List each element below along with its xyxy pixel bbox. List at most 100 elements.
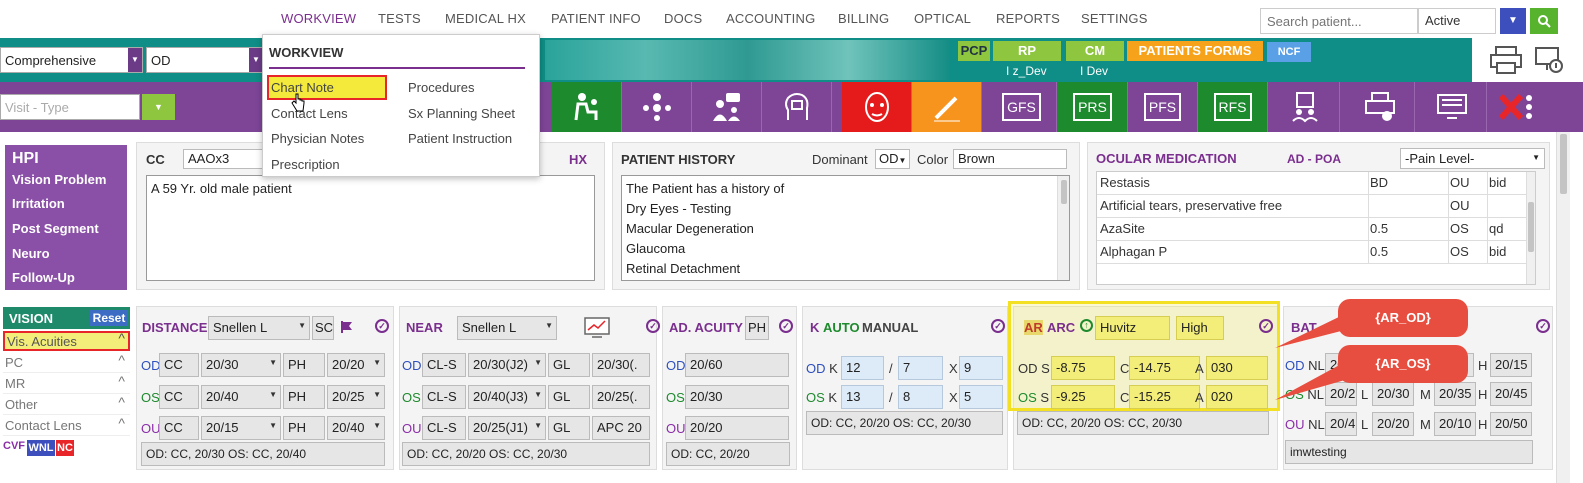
check-circle-icon[interactable]: ✓ <box>1536 319 1550 333</box>
dominant-select[interactable]: OD▼ <box>875 149 910 169</box>
cm-tag[interactable]: CM <box>1066 41 1124 61</box>
distance-od-correction[interactable]: CC <box>159 353 199 377</box>
nav-patient-info[interactable]: PATIENT INFO <box>551 11 641 26</box>
chevron-down-icon[interactable]: ▼ <box>1500 8 1526 34</box>
nav-workview[interactable]: WORKVIEW <box>281 11 356 26</box>
nav-docs[interactable]: DOCS <box>664 11 702 26</box>
vision-item-mr[interactable]: MR ^ <box>3 373 130 394</box>
vision-item-pc[interactable]: PC ^ <box>3 352 130 373</box>
patients-forms-tag[interactable]: PATIENTS FORMS <box>1127 41 1263 61</box>
ad-ou-value[interactable]: 20/20 <box>685 416 789 440</box>
near-label[interactable]: NEAR <box>406 320 443 335</box>
near-chart-select[interactable]: Snellen L ▼ <box>457 316 557 340</box>
ar-label[interactable]: AR <box>1024 320 1043 335</box>
chart-monitor-icon[interactable] <box>584 317 610 339</box>
distance-os-ph-value[interactable]: 20/25 ▼ <box>327 385 385 409</box>
medication-scrollbar[interactable] <box>1526 172 1535 284</box>
monitor-info-icon[interactable] <box>1534 45 1564 75</box>
scrollbar-thumb[interactable] <box>1560 134 1567 194</box>
vision-item-vis-acuities[interactable]: Vis. Acuities ^ <box>3 330 130 351</box>
bat-os-m[interactable]: 20/35 <box>1434 382 1476 406</box>
menu-item-contact-lens[interactable]: Contact Lens <box>271 106 348 121</box>
consult-button[interactable] <box>692 82 762 132</box>
bat-ou-m[interactable]: 20/10 <box>1434 412 1476 436</box>
near-od-correction[interactable]: CL-S <box>422 353 466 377</box>
near-os-gl[interactable]: GL <box>548 385 590 409</box>
hpi-item-post-segment[interactable]: Post Segment <box>12 221 99 236</box>
hpi-item-follow-up[interactable]: Follow-Up <box>12 270 75 285</box>
vision-item-contact-lens[interactable]: Contact Lens ^ <box>3 415 130 436</box>
chevron-down-icon[interactable]: ▼ <box>142 94 175 120</box>
bat-ou-nl[interactable]: 20/4 <box>1325 412 1357 436</box>
menu-item-physician-notes[interactable]: Physician Notes <box>271 131 364 146</box>
distance-ou-correction[interactable]: CC <box>159 416 199 440</box>
near-os-correction[interactable]: CL-S <box>422 385 466 409</box>
staff-button[interactable] <box>1270 82 1340 132</box>
nav-settings[interactable]: SETTINGS <box>1081 11 1148 26</box>
near-ou-gl-value[interactable]: APC 20 <box>592 416 650 440</box>
near-note[interactable]: OD: CC, 20/20 OS: CC, 20/30 <box>402 442 650 466</box>
k-od-k2[interactable]: 7 <box>898 356 943 380</box>
distance-os-ph[interactable]: PH <box>283 385 325 409</box>
ar-level[interactable]: High <box>1176 316 1224 340</box>
hpi-item-neuro[interactable]: Neuro <box>12 246 50 261</box>
scrollbar-thumb[interactable] <box>1061 180 1067 204</box>
fax-button[interactable] <box>1345 82 1415 132</box>
ar-od-sphere[interactable]: -8.75 <box>1051 356 1115 380</box>
bat-od-h[interactable]: 20/15 <box>1490 353 1532 377</box>
hpi-item-vision-problem[interactable]: Vision Problem <box>12 172 106 187</box>
history-scrollbar[interactable] <box>1057 176 1069 280</box>
color-field[interactable]: Brown <box>953 149 1067 169</box>
rp-tag[interactable]: RP <box>993 41 1061 61</box>
bat-ou-l[interactable]: 20/20 <box>1372 412 1414 436</box>
auto-label[interactable]: AUTO <box>823 320 860 335</box>
ad-os-value[interactable]: 20/30 <box>685 385 789 409</box>
face-button[interactable] <box>842 82 912 132</box>
history-textarea[interactable]: The Patient has a history of Dry Eyes - … <box>621 175 1070 281</box>
check-circle-icon[interactable]: ✓ <box>779 319 793 333</box>
pain-level-select[interactable]: -Pain Level- ▼ <box>1400 148 1545 169</box>
distance-od-value[interactable]: 20/30 ▼ <box>201 353 281 377</box>
prs-button[interactable]: PRS <box>1058 82 1128 132</box>
distance-ou-ph-value[interactable]: 20/40 ▼ <box>327 416 385 440</box>
near-ou-gl[interactable]: GL <box>548 416 590 440</box>
ad-od-value[interactable]: 20/60 <box>685 353 789 377</box>
ad-poa-label[interactable]: AD - POA <box>1287 152 1341 166</box>
menu-item-patient-instruction[interactable]: Patient Instruction <box>408 131 512 146</box>
distance-chart-select[interactable]: Snellen L ▼ <box>208 316 310 340</box>
visit-type-select[interactable]: Visit - Type <box>0 94 140 120</box>
close-chart-button[interactable] <box>1487 82 1543 132</box>
distance-ou-value[interactable]: 20/15 ▼ <box>201 416 281 440</box>
pcp-tag[interactable]: PCP <box>958 41 990 61</box>
printer-icon[interactable] <box>1488 45 1524 75</box>
distance-os-value[interactable]: 20/40 ▼ <box>201 385 281 409</box>
cc-textarea[interactable]: A 59 Yr. old male patient <box>146 175 595 281</box>
near-os-value[interactable]: 20/40(J3) ▼ <box>468 385 546 409</box>
pfs-button[interactable]: PFS <box>1128 82 1198 132</box>
menu-item-prescription[interactable]: Prescription <box>271 157 340 172</box>
nav-reports[interactable]: REPORTS <box>996 11 1060 26</box>
distance-note[interactable]: OD: CC, 20/30 OS: CC, 20/40 <box>141 442 385 466</box>
ar-od-axis[interactable]: 030 <box>1206 356 1268 380</box>
ar-os-cylinder[interactable]: -15.25 <box>1129 385 1200 409</box>
rfs-button[interactable]: RFS <box>1198 82 1268 132</box>
bat-note[interactable]: imwtesting <box>1285 440 1533 464</box>
ocular-medication-title[interactable]: OCULAR MEDICATION <box>1096 151 1237 166</box>
drawing-button[interactable] <box>912 82 982 132</box>
ad-acuity-label[interactable]: AD. ACUITY <box>669 320 743 335</box>
check-circle-icon[interactable]: ✓ <box>1259 319 1273 333</box>
status-select[interactable]: Active <box>1418 8 1496 34</box>
arc-label[interactable]: ARC <box>1047 320 1075 335</box>
table-row[interactable]: AzaSite 0.5 OS qd <box>1097 218 1527 241</box>
bat-os-l[interactable]: 20/30 <box>1372 382 1414 406</box>
monitor-button[interactable] <box>1417 82 1487 132</box>
ad-acuity-note[interactable]: OD: CC, 20/20 <box>666 442 790 466</box>
nav-billing[interactable]: BILLING <box>838 11 889 26</box>
nav-accounting[interactable]: ACCOUNTING <box>726 11 815 26</box>
distance-ou-ph[interactable]: PH <box>283 416 325 440</box>
distance-os-correction[interactable]: CC <box>159 385 199 409</box>
ar-od-cylinder[interactable]: -14.75 <box>1129 356 1200 380</box>
nav-optical[interactable]: OPTICAL <box>914 11 971 26</box>
page-scrollbar[interactable] <box>1556 132 1570 483</box>
near-ou-value[interactable]: 20/25(J1) ▼ <box>468 416 546 440</box>
